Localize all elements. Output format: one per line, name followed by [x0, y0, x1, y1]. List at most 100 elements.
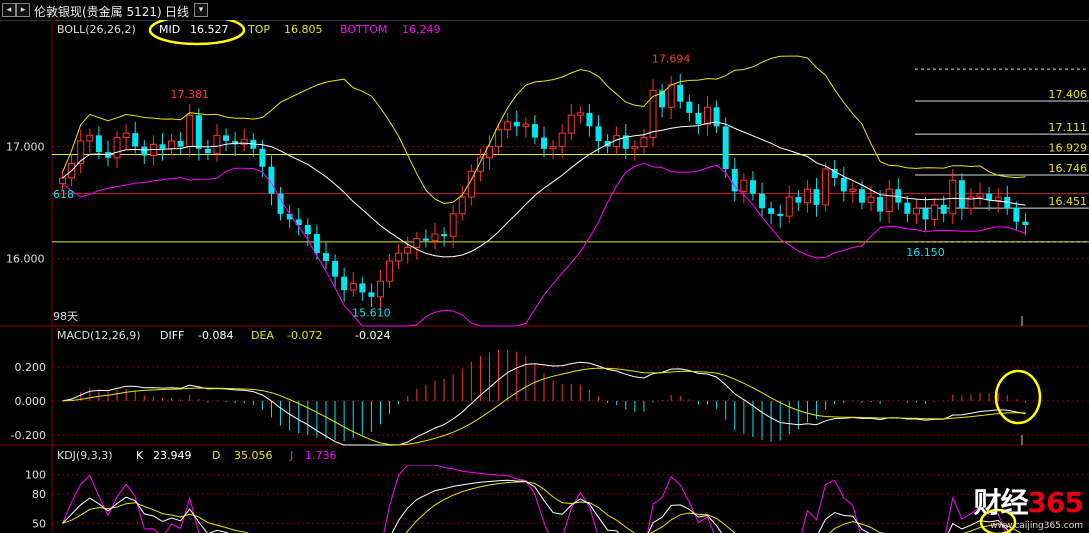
candle-body-up — [386, 260, 394, 282]
macd-tick-label: -0.200 — [11, 429, 46, 442]
boll-top-label: TOP — [247, 23, 270, 36]
candle-body-down — [204, 148, 211, 154]
candle-body-down — [713, 107, 720, 127]
candle-body-down — [177, 140, 184, 147]
candle-body-up — [59, 177, 67, 185]
candle-body-down — [759, 193, 766, 209]
candle-body-up — [77, 140, 85, 164]
candle-body-up — [213, 134, 221, 154]
candle-body-up — [849, 188, 857, 192]
price-chart[interactable]: 17.000 16.000 0.200 0.000 -0.200 100 80 50 BOLL… — [0, 20, 1089, 533]
candle-body-down — [677, 84, 684, 102]
candle-body-up — [504, 121, 512, 131]
macd-value: -0.024 — [355, 329, 390, 342]
watermark: 财经365 www.caijing365.com — [974, 481, 1084, 531]
candle-body-up — [885, 188, 893, 213]
price-annotation: 15.610 — [352, 306, 391, 319]
candle-body-down — [940, 204, 947, 214]
candle-body-down — [141, 146, 148, 156]
kdj-k-label: K — [136, 449, 144, 462]
left-618-label: 618 — [53, 188, 74, 201]
instrument-title: 伦敦银现(贵金属 5121) — [34, 5, 162, 19]
boll-bottom-label: BOTTOM — [340, 23, 387, 36]
candle-body-up — [822, 168, 830, 206]
candle-body-down — [686, 101, 693, 113]
boll-top-value: 16.805 — [284, 23, 323, 36]
candle-body-down — [858, 189, 865, 203]
macd-tick-label: 0.200 — [15, 361, 47, 374]
macd-diff-value: -0.084 — [198, 329, 233, 342]
kdj-tick-label: 80 — [32, 488, 46, 501]
candle-body-down — [322, 253, 329, 261]
period-selector[interactable]: 日线 — [165, 3, 189, 20]
candle-body-up — [785, 196, 793, 217]
boll-mid-value: 16.527 — [190, 23, 229, 36]
candle-body-up — [186, 114, 194, 148]
candle-body-up — [168, 140, 176, 150]
candle-body-down — [304, 225, 311, 235]
candle-body-up — [649, 89, 657, 139]
macd-dea-label: DEA — [251, 329, 274, 342]
candle-body-up — [667, 84, 675, 108]
candle-body-down — [586, 112, 593, 127]
candle-body-down — [332, 260, 339, 277]
next-button[interactable]: ▸ — [16, 3, 30, 17]
title-bar: ◂ ▸ 伦敦银现(贵金属 5121) 日线 ▾ — [0, 0, 1089, 21]
candle-body-down — [531, 124, 538, 138]
boll-bottom-line — [62, 162, 1026, 327]
candle-body-up — [113, 137, 121, 159]
candle-body-down — [904, 202, 911, 214]
candle-body-up — [949, 179, 957, 215]
prev-button[interactable]: ◂ — [2, 3, 16, 17]
candle-body-down — [877, 197, 884, 212]
candle-body-down — [441, 234, 448, 237]
candle-body-up — [376, 280, 384, 298]
candle-body-down — [1013, 208, 1020, 222]
candle-body-up — [976, 193, 984, 198]
macd-indicator-name[interactable]: MACD(12,26,9) — [57, 329, 141, 342]
price-tick-label: 16.000 — [6, 253, 45, 266]
candle-body-down — [722, 126, 729, 169]
candle-body-down — [259, 148, 266, 167]
kdj-j-label: J — [289, 449, 293, 462]
highlight-circle-macd — [994, 369, 1042, 425]
candle-body-up — [122, 132, 130, 139]
candle-body-up — [404, 246, 412, 254]
candle-body-up — [931, 204, 939, 220]
period-dropdown-icon[interactable]: ▾ — [194, 3, 208, 17]
kdj-j-value: 1.736 — [305, 449, 337, 462]
candle-body-up — [86, 134, 94, 142]
candle-body-up — [567, 114, 575, 134]
kdj-indicator-name[interactable]: KDJ(9,3,3) — [57, 449, 113, 462]
candlestick-series — [59, 73, 1029, 309]
candle-body-up — [576, 112, 584, 116]
candle-body-down — [1022, 221, 1029, 226]
candle-body-down — [132, 133, 139, 147]
price-tick-label: 17.000 — [6, 141, 45, 154]
candle-body-up — [522, 123, 530, 127]
candle-body-up — [740, 179, 748, 192]
candle-body-up — [549, 146, 557, 150]
kdj-d-value: 35.056 — [234, 449, 273, 462]
candle-body-down — [695, 112, 702, 125]
candle-body-up — [431, 233, 439, 242]
price-annotation: 17.694 — [652, 53, 691, 66]
candle-body-up — [704, 106, 712, 125]
candle-body-down — [422, 238, 429, 241]
macd-panel — [62, 350, 1026, 446]
kdj-tick-label: 100 — [25, 469, 46, 482]
candle-body-up — [395, 252, 403, 262]
candle-body-down — [749, 180, 756, 194]
candle-body-down — [359, 283, 366, 293]
candle-body-down — [768, 208, 775, 214]
candle-body-up — [413, 238, 421, 248]
candle-body-up — [449, 213, 457, 237]
boll-indicator-name[interactable]: BOLL(26,26,2) — [57, 23, 136, 36]
candle-body-down — [223, 135, 230, 141]
kdj-k-line — [62, 479, 1011, 533]
candle-body-up — [349, 282, 357, 291]
candle-body-up — [912, 207, 920, 215]
candle-body-up — [631, 146, 639, 150]
candle-body-down — [513, 121, 520, 127]
candle-body-down — [313, 234, 320, 254]
